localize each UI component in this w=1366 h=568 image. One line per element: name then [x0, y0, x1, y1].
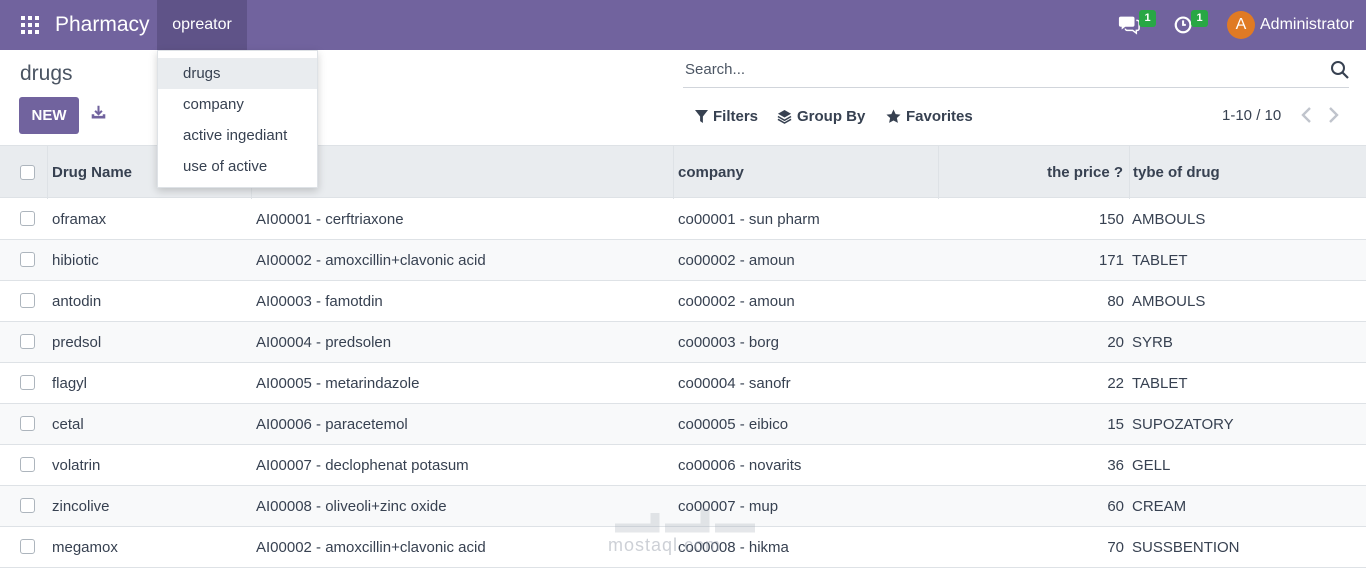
- table-row[interactable]: zincolive AI00008 - oliveoli+zinc oxide co…: [0, 486, 1366, 527]
- row-checkbox[interactable]: [20, 416, 35, 431]
- cell-drug-type: AMBOULS: [1132, 293, 1206, 310]
- filters-button[interactable]: Filters: [695, 108, 758, 125]
- row-checkbox[interactable]: [20, 334, 35, 349]
- table-row[interactable]: hibiotic AI00002 - amoxcillin+clavonic ac…: [0, 240, 1366, 281]
- cell-drug-type: SUPOZATORY: [1132, 416, 1234, 433]
- cell-price: 171: [1098, 252, 1124, 269]
- cell-price: 20: [1107, 334, 1124, 351]
- table-row[interactable]: antodin AI00003 - famotdin co00002 - amoun…: [0, 281, 1366, 322]
- chevron-right-icon[interactable]: [1326, 106, 1340, 124]
- layers-icon: [777, 109, 792, 124]
- cell-company: co00006 - novarits: [678, 457, 802, 474]
- menu-item-drugs[interactable]: drugs: [158, 58, 317, 89]
- row-checkbox[interactable]: [20, 375, 35, 390]
- filters-label: Filters: [713, 108, 759, 125]
- cell-drug-type: SYRB: [1132, 334, 1173, 351]
- cell-drug-type: TABLET: [1132, 252, 1188, 269]
- select-all-checkbox[interactable]: [20, 165, 35, 180]
- cell-drug-name: megamox: [52, 539, 118, 556]
- cell-company: co00005 - eibico: [678, 416, 789, 433]
- avatar[interactable]: A: [1227, 11, 1255, 39]
- cell-price: 70: [1107, 539, 1124, 556]
- cell-company: co00003 - borg: [678, 334, 779, 351]
- table-row[interactable]: oframax AI00001 - cerftriaxone co00001 - s…: [0, 199, 1366, 240]
- row-checkbox[interactable]: [20, 252, 35, 267]
- cell-active-ingredient: AI00004 - predsolen: [256, 334, 392, 351]
- cell-company: co00002 - amoun: [678, 293, 795, 310]
- menu-tab-operator[interactable]: opreator: [157, 0, 247, 50]
- chat-icon[interactable]: [1118, 13, 1140, 35]
- cell-active-ingredient: AI00005 - metarindazole: [256, 375, 420, 392]
- row-checkbox[interactable]: [20, 293, 35, 308]
- header-drug-type[interactable]: tybe of drug: [1128, 146, 1328, 199]
- chevron-left-icon[interactable]: [1300, 106, 1314, 124]
- star-icon: [886, 109, 901, 123]
- cell-drug-type: TABLET: [1132, 375, 1188, 392]
- cell-active-ingredient: AI00006 - paracetemol: [256, 416, 408, 433]
- cell-company: co00007 - mup: [678, 498, 779, 515]
- cell-active-ingredient: AI00001 - cerftriaxone: [256, 211, 404, 228]
- cell-price: 150: [1098, 211, 1124, 228]
- operator-dropdown-menu: drugs company active ingediant use of ac…: [157, 50, 318, 188]
- cell-price: 80: [1107, 293, 1124, 310]
- cell-drug-name: antodin: [52, 293, 102, 310]
- row-checkbox[interactable]: [20, 498, 35, 513]
- cell-company: co00004 - sanofr: [678, 375, 791, 392]
- favorites-label: Favorites: [906, 108, 973, 125]
- row-checkbox[interactable]: [20, 457, 35, 472]
- table-row[interactable]: cetal AI00006 - paracetemol co00005 - eibi…: [0, 404, 1366, 445]
- cell-price: 15: [1107, 416, 1124, 433]
- cell-price: 22: [1107, 375, 1124, 392]
- cell-drug-type: AMBOULS: [1132, 211, 1206, 228]
- cell-company: co00001 - sun pharm: [678, 211, 820, 228]
- row-checkbox[interactable]: [20, 539, 35, 554]
- cell-drug-name: oframax: [52, 211, 107, 228]
- table-row[interactable]: flagyl AI00005 - metarindazole co00004 - s…: [0, 363, 1366, 404]
- new-button[interactable]: NEW: [19, 97, 79, 134]
- search-icon[interactable]: [1330, 60, 1350, 80]
- menu-item-company[interactable]: company: [158, 89, 317, 120]
- pager-value[interactable]: 1-10 / 10: [1222, 107, 1281, 124]
- page-title[interactable]: drugs: [20, 62, 73, 86]
- cell-active-ingredient: AI00003 - famotdin: [256, 293, 383, 310]
- top-navbar: Pharmacy opreator 1 1 A Administrator: [0, 0, 1366, 50]
- cell-company: co00002 - amoun: [678, 252, 795, 269]
- cell-drug-type: GELL: [1132, 457, 1171, 474]
- header-company[interactable]: company: [673, 146, 938, 199]
- search-bar: [683, 58, 1349, 88]
- watermark-text: mostaql.com: [608, 535, 722, 555]
- table-row[interactable]: volatrin AI00007 - declophenat potasum co0…: [0, 445, 1366, 486]
- header-price[interactable]: the price ?: [938, 146, 1129, 199]
- activities-badge: 1: [1191, 10, 1208, 27]
- cell-drug-name: flagyl: [52, 375, 88, 392]
- apps-menu-icon[interactable]: [21, 16, 39, 34]
- table-row[interactable]: predsol AI00004 - predsolen co00003 - borg…: [0, 322, 1366, 363]
- menu-item-active-ingediant[interactable]: active ingediant: [158, 120, 317, 151]
- cell-drug-name: cetal: [52, 416, 84, 433]
- cell-drug-type: SUSSBENTION: [1132, 539, 1240, 556]
- cell-drug-type: CREAM: [1132, 498, 1187, 515]
- menu-item-use-of-active[interactable]: use of active: [158, 151, 317, 182]
- search-input[interactable]: [685, 61, 1285, 78]
- user-name[interactable]: Administrator: [1260, 16, 1354, 34]
- cell-active-ingredient: AI00007 - declophenat potasum: [256, 457, 469, 474]
- cell-drug-name: zincolive: [52, 498, 110, 515]
- group-by-button[interactable]: Group By: [777, 108, 865, 125]
- messages-badge: 1: [1139, 10, 1156, 27]
- cell-price: 36: [1107, 457, 1124, 474]
- cell-drug-name: predsol: [52, 334, 102, 351]
- group-by-label: Group By: [797, 108, 866, 125]
- app-name[interactable]: Pharmacy: [55, 13, 150, 37]
- filter-icon: [695, 110, 708, 123]
- download-icon[interactable]: [90, 104, 107, 121]
- cell-active-ingredient: AI00008 - oliveoli+zinc oxide: [256, 498, 447, 515]
- row-checkbox[interactable]: [20, 211, 35, 226]
- cell-drug-name: hibiotic: [52, 252, 99, 269]
- favorites-button[interactable]: Favorites: [886, 108, 973, 125]
- cell-drug-name: volatrin: [52, 457, 101, 474]
- cell-active-ingredient: AI00002 - amoxcillin+clavonic acid: [256, 252, 486, 269]
- cell-price: 60: [1107, 498, 1124, 515]
